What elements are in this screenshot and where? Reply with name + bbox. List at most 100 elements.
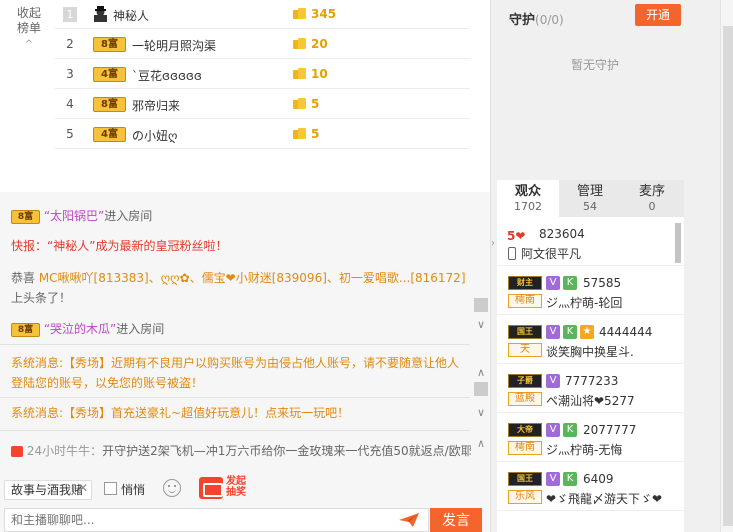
family-tag: 蓝殿 (508, 392, 542, 406)
tab-mic-queue[interactable]: 麦序 0 (621, 180, 683, 217)
headline-users[interactable]: MC啾啾吖[813383]、ღღ✿、儒宝❤小财迷[839096]、初一爱唱歌..… (39, 271, 466, 285)
chat-scroll-thumb[interactable] (474, 298, 488, 312)
rank-row[interactable]: 3 4富 `豆花ɞɞɞɞɞ 10 (55, 60, 470, 89)
vip-icon: V (546, 276, 560, 290)
coin-icon (293, 8, 306, 19)
wealth-level-badge: 4富 (93, 127, 126, 142)
star-icon: ★ (580, 325, 594, 339)
audience-nick: ジ灬柠萌-轮回 (546, 296, 623, 310)
page-scrollbar[interactable] (720, 0, 733, 532)
chat-message: 恭喜 MC啾啾吖[813383]、ღღ✿、儒宝❤小财迷[839096]、初一爱唱… (11, 268, 471, 308)
chat-area: 8富 “太阳锅巴”进入房间 快报：“神秘人”成为最新的皇冠粉丝啦！ 恭喜 MC啾… (0, 192, 490, 472)
k-icon: K (563, 472, 577, 486)
chat-username[interactable]: “太阳锅巴” (44, 209, 104, 223)
rank-amount: 5 (311, 97, 320, 111)
divider (0, 344, 470, 345)
divider (0, 397, 470, 398)
lottery-icon[interactable] (199, 477, 223, 499)
audience-item[interactable]: 财主 V K 57585 樗南 ジ灬柠萌-轮回 (497, 266, 684, 315)
system-message: 系统消息:【秀场】近期有不良用户以购买账号为由侵占他人账号，请不要随意让他人登陆… (11, 353, 471, 393)
audience-nick: 谈笑胸中换星斗. (546, 345, 634, 359)
collapse-rank-button[interactable]: 收起榜单 ^ (14, 6, 44, 52)
lottery-button[interactable]: 发起抽奖 (226, 476, 252, 498)
whisper-label: 悄悄 (121, 483, 146, 497)
k-icon: K (563, 276, 577, 290)
chat-text: 恭喜 (11, 271, 39, 285)
chat-message: 8富 “太阳锅巴”进入房间 (11, 206, 471, 226)
noble-badge: 国王 (508, 472, 542, 486)
rank-user-name[interactable]: 神秘人 (113, 7, 149, 24)
audience-nick: 阿文很平凡 (521, 247, 582, 261)
rank-user-name[interactable]: 邪帝归来 (132, 97, 180, 114)
tab-count: 0 (648, 200, 656, 213)
audience-id: 7777233 (565, 374, 619, 388)
coin-icon (293, 68, 306, 79)
chevron-up-icon[interactable]: ∧ (474, 437, 488, 451)
phone-icon (508, 247, 516, 260)
audience-item[interactable]: 国王 V K ★ 4444444 天 谈笑胸中换星斗. (497, 315, 684, 364)
family-tag: 樗南 (508, 294, 542, 308)
audience-list: 5❤ 823604 阿文很平凡 财主 V K 57585 樗南 ジ灬柠萌-轮回 … (497, 217, 684, 532)
chevron-down-icon[interactable]: ∨ (474, 318, 488, 332)
ticker-label: 24小时牛牛： (26, 444, 103, 458)
tab-audience[interactable]: 观众 1702 (497, 180, 559, 217)
rank-user-name[interactable]: の小妞ღ (132, 127, 177, 144)
rank-number: 4 (66, 97, 74, 111)
system-label: 系统消息: (11, 406, 64, 420)
whisper-checkbox[interactable] (104, 482, 117, 495)
audience-id: 57585 (583, 276, 622, 290)
chevron-up-icon[interactable]: ∧ (474, 366, 488, 380)
k-icon: K (563, 325, 577, 339)
audience-item[interactable]: 国王 V K 6409 乐风 ❤ゞ飛龍〆游天下ゞ❤ (497, 462, 684, 511)
ticker: 24小时牛牛：开守护送2架飞机—冲1万六币给你一金玫瑰来一代充值50就返点/欧耶 (11, 441, 471, 461)
system-text: 【秀场】近期有不良用户以购买账号为由侵占他人账号，请不要随意让他人登陆您的账号，… (11, 356, 460, 390)
wealth-level-badge: 8富 (11, 209, 40, 224)
rank-row[interactable]: 5 4富 の小妞ღ 5 (55, 120, 470, 149)
rank-user-name[interactable]: 一轮明月照沟渠 (132, 37, 216, 54)
wealth-level-badge: 8富 (93, 97, 126, 112)
chat-text: 进入房间 (104, 209, 153, 223)
speaker-icon (11, 446, 23, 457)
tab-label: 管理 (576, 184, 603, 199)
noble-badge: 子爵 (508, 374, 542, 388)
send-plane-icon[interactable] (398, 512, 420, 528)
close-icon[interactable]: ✕ (78, 481, 90, 495)
chevron-up-icon: ^ (24, 39, 34, 50)
k-icon: K (563, 423, 577, 437)
wealth-level-badge: 8富 (93, 37, 126, 52)
rank-row[interactable]: 2 8富 一轮明月照沟渠 20 (55, 30, 470, 59)
audience-item[interactable]: 大帝 V K 2077777 樗南 ジ灬柠萌-无悔 (497, 413, 684, 462)
news-prefix: 快报： (11, 239, 48, 253)
coin-icon (293, 128, 306, 139)
audience-scroll-thumb[interactable] (675, 223, 681, 263)
noble-badge: 国王 (508, 325, 542, 339)
audience-id: 4444444 (599, 325, 653, 339)
guard-title: 守护(0/0) (509, 9, 564, 28)
audience-item[interactable]: 5❤ 823604 阿文很平凡 (497, 217, 684, 266)
page-scroll-thumb[interactable] (723, 26, 733, 526)
rank-panel: 收起榜单 ^ 1 神秘人 345 2 8富 一轮明月照沟渠 20 3 4富 `豆… (0, 0, 490, 192)
emoji-icon[interactable] (163, 479, 181, 497)
rank-row[interactable]: 4 8富 邪帝归来 5 (55, 90, 470, 119)
chat-scroll-thumb[interactable] (474, 382, 488, 396)
ticker-text[interactable]: 开守护送2架飞机—冲1万六币给你一金玫瑰来一代充值50就返点/欧耶 (102, 444, 471, 458)
system-text[interactable]: 【秀场】首充送豪礼~超值好玩意儿！点来玩一玩吧！ (63, 406, 349, 420)
rank-user-name[interactable]: `豆花ɞɞɞɞɞ (132, 67, 202, 84)
chevron-down-icon[interactable]: ∨ (474, 406, 488, 420)
send-button[interactable]: 发言 (430, 508, 482, 532)
tab-admins[interactable]: 管理 54 (559, 180, 621, 217)
chat-username[interactable]: “哭泣的木瓜” (44, 322, 116, 336)
guard-title-text: 守护 (509, 13, 536, 28)
open-guard-button[interactable]: 开通 (635, 4, 681, 26)
audience-nick: ジ灬柠萌-无悔 (546, 443, 623, 457)
chat-input[interactable] (4, 508, 429, 532)
tab-label: 观众 (514, 184, 541, 199)
wealth-level-badge: 4富 (93, 67, 126, 82)
rank-row[interactable]: 1 神秘人 345 (55, 0, 470, 29)
rank-number: 3 (66, 67, 74, 81)
audience-item[interactable]: 子爵 V 7777233 蓝殿 ペ潮汕将❤5277 (497, 364, 684, 413)
vip-icon: V (546, 423, 560, 437)
divider (0, 430, 470, 431)
vip-icon: V (546, 374, 560, 388)
tab-count: 54 (583, 200, 597, 213)
